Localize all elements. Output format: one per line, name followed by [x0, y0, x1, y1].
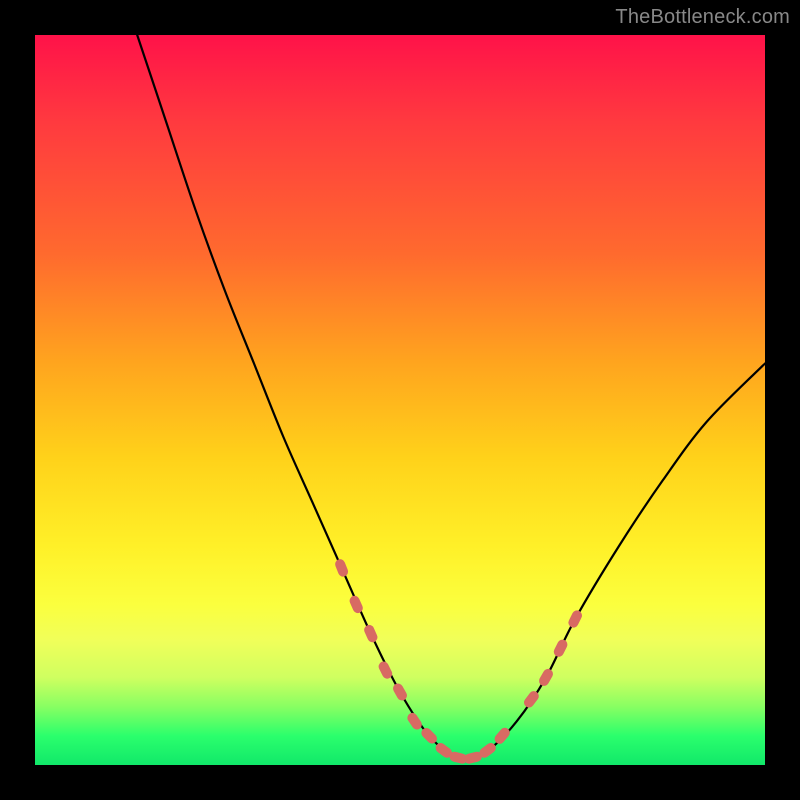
bottleneck-curve-line [137, 35, 765, 758]
chart-svg [35, 35, 765, 765]
highlight-marker [405, 711, 423, 732]
highlight-marker [552, 638, 569, 659]
highlight-marker-group [334, 558, 584, 765]
chart-plot-area [35, 35, 765, 765]
highlight-marker [493, 726, 512, 746]
watermark-text: TheBottleneck.com [615, 6, 790, 29]
outer-frame: TheBottleneck.com [0, 0, 800, 800]
highlight-marker [334, 558, 350, 578]
highlight-marker [363, 623, 379, 644]
highlight-marker [391, 682, 409, 703]
highlight-marker [567, 609, 584, 630]
highlight-marker [537, 667, 555, 688]
